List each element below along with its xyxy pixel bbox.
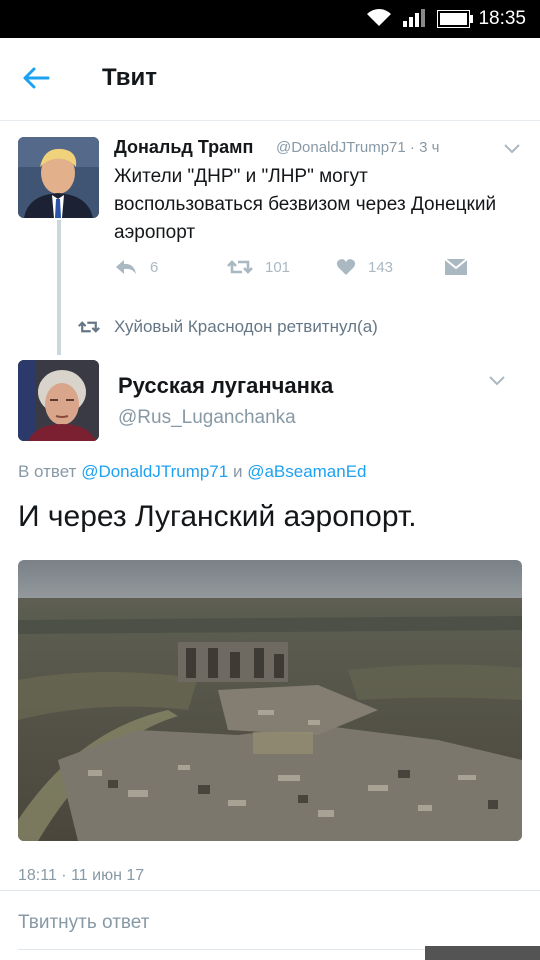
mention-link[interactable]: @aBseamanEd [247, 462, 366, 481]
chevron-down-icon[interactable] [503, 143, 521, 155]
original-author-name[interactable]: Дональд Трамп [114, 137, 253, 158]
like-count: 143 [368, 258, 394, 276]
reply-button[interactable]: 6 [114, 258, 158, 276]
overlay-block [425, 946, 540, 960]
retweeted-by[interactable]: Хуйовый Краснодон ретвитнул(а) [78, 317, 378, 337]
retweeted-by-label: Хуйовый Краснодон ретвитнул(а) [114, 317, 378, 336]
envelope-icon [444, 258, 468, 275]
retweet-icon [78, 321, 100, 333]
reply-prefix: В ответ [18, 462, 77, 481]
battery-icon [437, 10, 473, 28]
status-time: 18:35 [478, 8, 526, 29]
tweet-actions: 6 101 143 [114, 258, 474, 284]
original-author-meta: @DonaldJTrump71 · 3 ч [276, 139, 439, 156]
retweet-icon [227, 260, 253, 274]
chevron-down-icon[interactable] [488, 375, 506, 387]
avatar[interactable] [18, 360, 99, 441]
retweet-button[interactable]: 101 [227, 258, 290, 276]
direct-message-button[interactable] [444, 258, 468, 276]
reply-input[interactable] [18, 912, 438, 934]
photo-image [18, 560, 522, 841]
reply-author-name[interactable]: Русская луганчанка [118, 373, 333, 399]
mention-link[interactable]: @DonaldJTrump71 [81, 462, 228, 481]
thread-connector [57, 220, 61, 355]
heart-icon [336, 259, 356, 275]
signal-icon [403, 9, 425, 27]
reply-author-handle[interactable]: @Rus_Luganchanka [118, 407, 296, 429]
original-tweet-text: Жители "ДНР" и "ЛНР" могут воспользовать… [114, 166, 497, 243]
reply-tweet-text: И через Луганский аэропорт. [18, 500, 417, 533]
reply-icon [116, 260, 136, 274]
divider [0, 890, 540, 891]
avatar-image [18, 137, 99, 218]
reply-join: и [232, 462, 243, 481]
like-button[interactable]: 143 [336, 258, 393, 276]
original-author-handle[interactable]: @DonaldJTrump71 [276, 139, 406, 156]
avatar[interactable] [18, 137, 99, 218]
tweet-photo[interactable] [18, 560, 522, 841]
reply-count: 6 [150, 258, 159, 276]
avatar-image [18, 360, 99, 441]
in-reply-to: В ответ @DonaldJTrump71 и @aBseamanEd [18, 462, 367, 482]
status-bar: 18:35 [0, 0, 540, 38]
page-title: Твит [102, 64, 158, 91]
original-tweet-age: · 3 ч [409, 139, 440, 156]
tweet-timestamp: 18:11 · 11 июн 17 [18, 867, 145, 884]
back-arrow-icon[interactable] [22, 66, 50, 90]
app-header: Твит [0, 38, 540, 121]
wifi-icon [367, 9, 391, 26]
retweet-count: 101 [265, 258, 291, 276]
